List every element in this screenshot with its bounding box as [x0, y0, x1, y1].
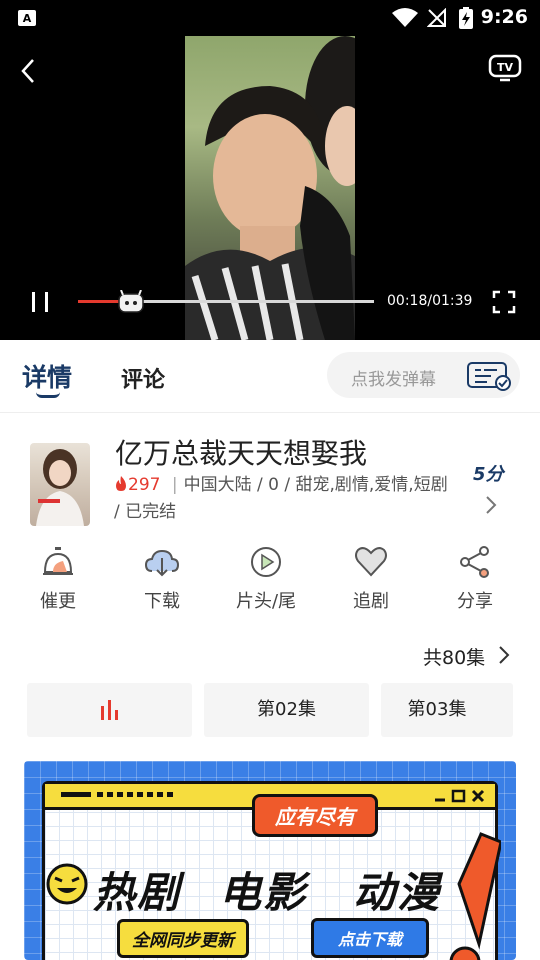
- episode-item[interactable]: 第02集: [204, 683, 369, 737]
- playing-bars-icon: [100, 700, 118, 720]
- danmaku-settings-icon[interactable]: [467, 361, 513, 391]
- time-readout: 00:18/01:39: [387, 293, 473, 309]
- share-icon: [460, 546, 489, 578]
- action-label: 片头/尾: [235, 591, 297, 612]
- banner-download-button[interactable]: 点击下载: [311, 918, 430, 958]
- banner-word: 电影: [219, 868, 308, 917]
- clock: 9:26: [480, 6, 528, 28]
- laughing-emoji-icon: [46, 863, 88, 905]
- action-follow[interactable]: 追剧: [331, 545, 411, 613]
- episode-playing[interactable]: [27, 683, 192, 737]
- rating-score: 5分: [473, 464, 504, 485]
- drama-poster[interactable]: [30, 443, 90, 526]
- chevron-right-icon[interactable]: [498, 645, 510, 665]
- heart-icon: [355, 547, 387, 577]
- action-label: 分享: [457, 591, 493, 612]
- tv-icon: TV: [488, 54, 522, 82]
- svg-text:TV: TV: [497, 61, 514, 74]
- danmaku-placeholder: 点我发弹幕: [351, 370, 436, 390]
- wifi-icon: [392, 8, 418, 27]
- fullscreen-icon[interactable]: [492, 290, 516, 314]
- tab-comments[interactable]: 评论: [121, 362, 165, 394]
- exclamation-icon: [449, 832, 501, 960]
- banner-sync-label: 全网同步更新: [117, 919, 249, 958]
- alarm-bell-icon: [43, 547, 73, 575]
- promo-banner[interactable]: 应有尽有 热剧 电影 动漫 全网同步更新 点击下载: [24, 761, 516, 960]
- action-label: 催更: [40, 591, 76, 612]
- tab-bar: 详情 评论 点我发弹幕: [0, 340, 540, 413]
- episode-item[interactable]: 第03集: [381, 683, 513, 737]
- drama-meta: 297 | 中国大陆 / 0 / 甜宠,剧情,爱情,短剧 / 已完结: [114, 472, 454, 526]
- heat-count: 297: [128, 475, 161, 495]
- meta-separator: |: [171, 475, 178, 495]
- drama-title: 亿万总裁天天想娶我: [115, 437, 368, 470]
- action-label: 追剧: [353, 591, 389, 612]
- drama-tags: 中国大陆 / 0 / 甜宠,剧情,爱情,短剧 / 已完结: [114, 475, 448, 522]
- fire-icon: [116, 476, 126, 491]
- status-bar: A 9:26: [0, 0, 540, 36]
- tv-cast-button[interactable]: TV: [488, 54, 522, 82]
- window-controls-icon: [435, 789, 485, 803]
- video-player[interactable]: A 9:26 TV 00:18/01:39: [0, 0, 540, 340]
- video-frame[interactable]: [185, 36, 355, 340]
- play-circle-icon: [251, 547, 281, 577]
- cloud-download-icon: [144, 549, 180, 577]
- banner-word: 热剧: [93, 868, 182, 917]
- dots-decoration: [61, 792, 173, 797]
- banner-tag: 应有尽有: [252, 794, 378, 837]
- progress-thumb-icon[interactable]: [117, 290, 145, 314]
- banner-window: 应有尽有 热剧 电影 动漫 全网同步更新 点击下载: [42, 781, 501, 960]
- action-intro-outro[interactable]: 片头/尾: [226, 545, 306, 613]
- danmaku-input[interactable]: 点我发弹幕: [327, 352, 520, 398]
- action-label: 下载: [144, 591, 180, 612]
- banner-word: 动漫: [353, 868, 442, 917]
- action-remind-update[interactable]: 催更: [18, 545, 98, 613]
- episodes-total[interactable]: 共80集: [423, 643, 485, 670]
- app-notification-icon: A: [18, 10, 36, 26]
- action-share[interactable]: 分享: [435, 545, 515, 613]
- pause-icon[interactable]: [30, 290, 50, 314]
- back-icon[interactable]: [18, 58, 38, 84]
- battery-charging-icon: [459, 7, 473, 29]
- no-signal-icon: [427, 8, 446, 27]
- chevron-right-icon[interactable]: [484, 495, 498, 515]
- action-download[interactable]: 下载: [122, 545, 202, 613]
- svg-text:A: A: [23, 12, 32, 25]
- tab-active-indicator: [36, 392, 60, 398]
- tab-detail[interactable]: 详情: [22, 358, 72, 394]
